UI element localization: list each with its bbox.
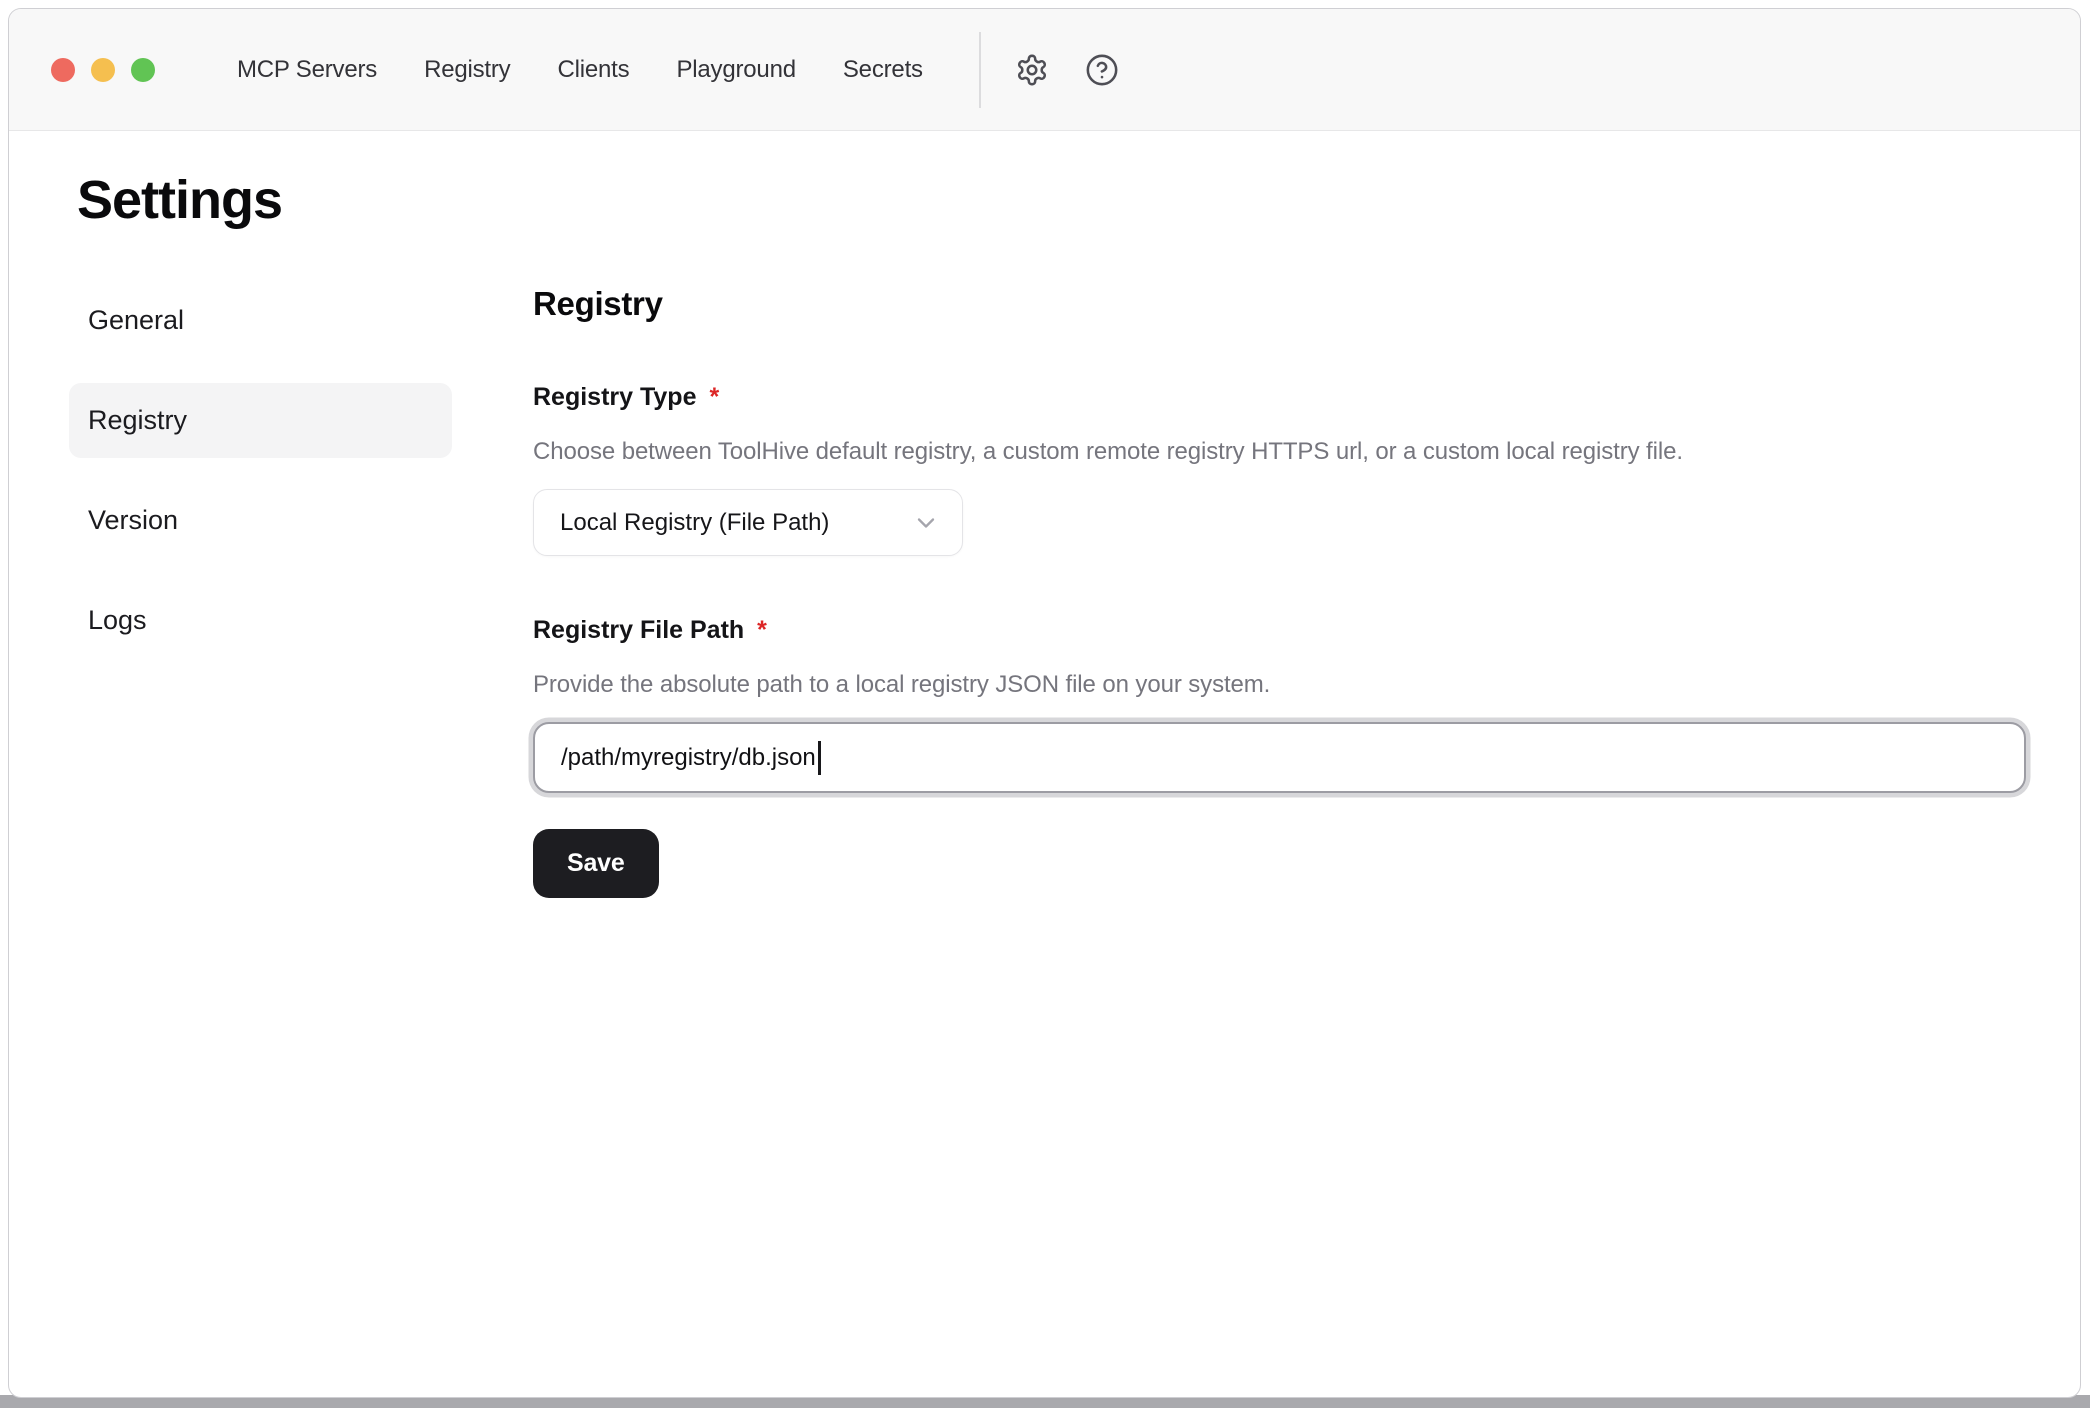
field-label-text: Registry File Path [533,616,744,645]
registry-settings-panel: Registry Registry Type * Choose between … [533,283,2026,898]
nav-item-mcp-servers[interactable]: MCP Servers [237,58,377,82]
registry-file-path-label: Registry File Path * [533,616,2026,645]
traffic-lights [51,58,155,82]
top-navigation: MCP Servers Registry Clients Playground … [237,58,923,82]
save-button[interactable]: Save [533,829,659,898]
field-label-text: Registry Type [533,383,696,412]
help-icon [1085,53,1119,87]
app-window: MCP Servers Registry Clients Playground … [8,8,2081,1398]
zoom-button[interactable] [131,58,155,82]
close-button[interactable] [51,58,75,82]
select-value: Local Registry (File Path) [560,509,829,537]
nav-item-secrets[interactable]: Secrets [843,58,923,82]
help-button[interactable] [1079,47,1125,93]
sidebar-item-label: Version [88,505,178,536]
gear-icon [1015,53,1049,87]
sidebar-item-label: Registry [88,405,187,436]
required-asterisk: * [709,383,719,412]
nav-item-registry[interactable]: Registry [424,58,510,82]
text-caret [818,741,821,775]
registry-file-path-description: Provide the absolute path to a local reg… [533,671,2026,699]
required-asterisk: * [757,616,767,645]
registry-type-description: Choose between ToolHive default registry… [533,438,2026,466]
input-value: /path/myregistry/db.json [561,744,816,772]
page-title: Settings [77,169,2080,231]
titlebar-divider [979,32,981,108]
registry-type-select[interactable]: Local Registry (File Path) [533,489,963,556]
nav-item-clients[interactable]: Clients [557,58,629,82]
titlebar: MCP Servers Registry Clients Playground … [9,9,2080,131]
section-heading: Registry [533,283,2026,323]
sidebar-item-registry[interactable]: Registry [69,383,452,458]
sidebar-item-version[interactable]: Version [69,483,452,558]
settings-gear-button[interactable] [1009,47,1055,93]
registry-type-label: Registry Type * [533,383,2026,412]
sidebar-item-logs[interactable]: Logs [69,583,452,658]
sidebar-item-general[interactable]: General [69,283,452,358]
settings-sidebar: General Registry Version Logs [69,283,452,898]
chevron-down-icon [912,509,940,537]
sidebar-item-label: Logs [88,605,147,636]
registry-file-path-input[interactable]: /path/myregistry/db.json [533,722,2026,793]
nav-item-playground[interactable]: Playground [676,58,795,82]
settings-page: Settings General Registry Version Logs [9,169,2080,898]
sidebar-item-label: General [88,305,184,336]
minimize-button[interactable] [91,58,115,82]
